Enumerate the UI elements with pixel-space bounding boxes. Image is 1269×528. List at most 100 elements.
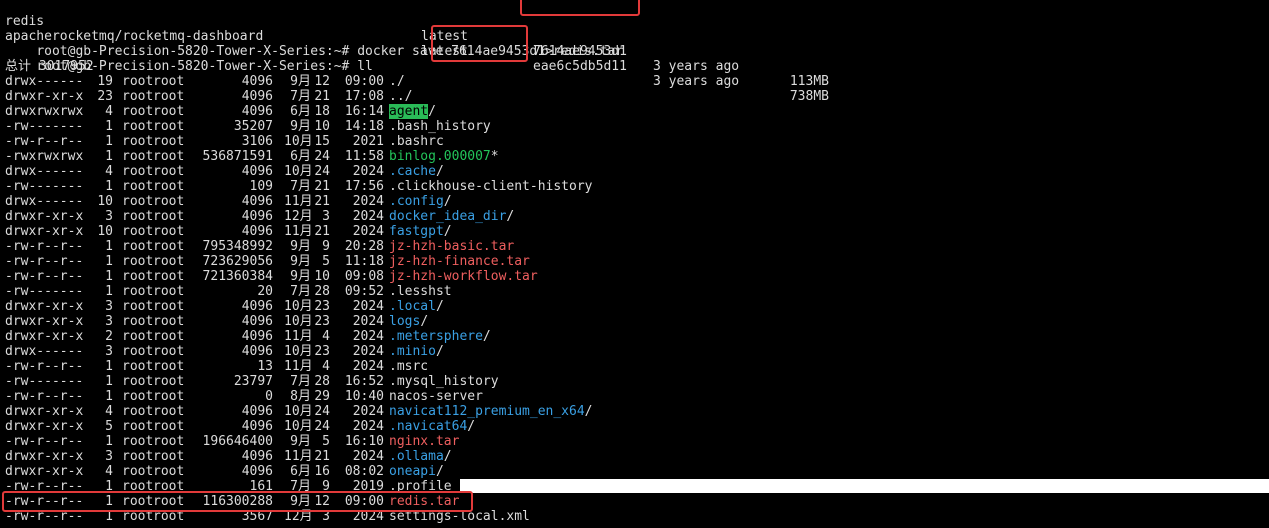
file-size: 4096 — [241, 74, 273, 89]
file-links: 10 — [97, 194, 113, 209]
file-links: 1 — [105, 434, 113, 449]
file-month: 10月 — [284, 404, 313, 419]
docker-image-row: redis latest 7614ae9453d1 3 years ago 11… — [5, 0, 829, 89]
file-name-cell: navicat112_premium_en_x64/ — [389, 404, 593, 419]
file-owner: root — [122, 209, 154, 224]
file-name: nacos-server — [389, 389, 483, 404]
file-permissions: drwxr-xr-x — [5, 404, 84, 419]
file-permissions: -rw-r--r-- — [5, 254, 84, 269]
file-size: 4096 — [241, 104, 273, 119]
annotation-box-image-id — [520, 0, 640, 16]
file-day: 10 — [314, 119, 330, 134]
file-time: 2024 — [352, 224, 384, 239]
command-line: root@gb-Precision-5820-Tower-X-Series:~#… — [5, 44, 373, 74]
file-day: 4 — [322, 329, 330, 344]
file-name-cell: .clickhouse-client-history — [389, 179, 593, 194]
file-links: 1 — [105, 179, 113, 194]
terminal-window[interactable]: redis latest 7614ae9453d1 3 years ago 11… — [0, 0, 1269, 528]
file-permissions: drwxr-xr-x — [5, 329, 84, 344]
file-size: 35207 — [233, 119, 273, 134]
file-name: .config — [389, 194, 444, 209]
file-name: .mysql_history — [389, 374, 499, 389]
file-day: 18 — [314, 104, 330, 119]
file-group: root — [153, 299, 185, 314]
file-links: 1 — [105, 254, 113, 269]
file-links: 23 — [97, 89, 113, 104]
file-time: 09:00 — [344, 74, 384, 89]
file-name-cell: .minio/ — [389, 344, 444, 359]
file-type-suffix: / — [420, 314, 429, 329]
file-name-cell: jz-hzh-basic.tar — [389, 239, 514, 254]
file-type-suffix: / — [435, 464, 444, 479]
file-name: fastgpt — [389, 224, 444, 239]
file-links: 3 — [105, 314, 113, 329]
file-group: root — [153, 254, 185, 269]
file-time: 2024 — [352, 449, 384, 464]
file-group: root — [153, 434, 185, 449]
file-month: 9月 — [290, 254, 311, 269]
file-size: 4096 — [241, 164, 273, 179]
file-month: 10月 — [284, 134, 313, 149]
file-time: 10:40 — [344, 389, 384, 404]
file-links: 5 — [105, 419, 113, 434]
file-owner: root — [122, 104, 154, 119]
file-day: 10 — [314, 269, 330, 284]
file-name: binlog.000007 — [389, 149, 491, 164]
file-day: 28 — [314, 284, 330, 299]
file-month: 11月 — [284, 449, 313, 464]
image-created: 3 years ago — [653, 59, 740, 74]
file-name: jz-hzh-basic.tar — [389, 239, 515, 254]
file-day: 24 — [314, 149, 330, 164]
file-size: 795348992 — [202, 239, 273, 254]
file-name: nginx.tar — [389, 434, 460, 449]
file-time: 14:18 — [344, 119, 384, 134]
file-group: root — [153, 449, 185, 464]
file-name-cell: .navicat64/ — [389, 419, 475, 434]
file-permissions: -rw-r--r-- — [5, 239, 84, 254]
file-permissions: drwx------ — [5, 74, 84, 89]
file-name-cell: .bash_history — [389, 119, 491, 134]
file-size: 196646400 — [202, 434, 273, 449]
file-owner: root — [122, 464, 154, 479]
file-time: 2024 — [352, 164, 384, 179]
file-month: 11月 — [284, 194, 313, 209]
file-name-cell: binlog.000007* — [389, 149, 499, 164]
file-owner: root — [122, 224, 154, 239]
file-group: root — [153, 224, 185, 239]
file-size: 4096 — [241, 404, 273, 419]
file-links: 1 — [105, 284, 113, 299]
command-line: root@gb-Precision-5820-Tower-X-Series:~#… — [5, 29, 623, 59]
file-month: 6月 — [290, 464, 311, 479]
file-month: 7月 — [290, 89, 311, 104]
file-owner: root — [122, 149, 154, 164]
file-permissions: drwxr-xr-x — [5, 449, 84, 464]
file-permissions: drwx------ — [5, 344, 84, 359]
file-owner: root — [122, 314, 154, 329]
file-name: .msrc — [389, 359, 429, 374]
file-size: 4096 — [241, 449, 273, 464]
file-type-suffix: / — [467, 419, 476, 434]
file-day: 21 — [314, 89, 330, 104]
file-day: 12 — [314, 74, 330, 89]
file-size: 4096 — [241, 89, 273, 104]
file-permissions: -rw------- — [5, 284, 84, 299]
file-owner: root — [122, 179, 154, 194]
file-group: root — [153, 134, 185, 149]
file-size: 20 — [257, 284, 273, 299]
file-group: root — [153, 374, 185, 389]
file-name: .minio — [389, 344, 436, 359]
file-links: 4 — [105, 464, 113, 479]
file-owner: root — [122, 359, 154, 374]
file-links: 1 — [105, 149, 113, 164]
file-permissions: drwxr-xr-x — [5, 209, 84, 224]
file-group: root — [153, 179, 185, 194]
file-size: 3106 — [241, 134, 273, 149]
file-permissions: drwxr-xr-x — [5, 224, 84, 239]
file-type-suffix: / — [443, 194, 452, 209]
file-type-suffix: / — [482, 329, 491, 344]
file-size: 4096 — [241, 299, 273, 314]
file-links: 2 — [105, 329, 113, 344]
file-owner: root — [122, 134, 154, 149]
file-owner: root — [122, 389, 154, 404]
file-name-cell: .cache/ — [389, 164, 444, 179]
